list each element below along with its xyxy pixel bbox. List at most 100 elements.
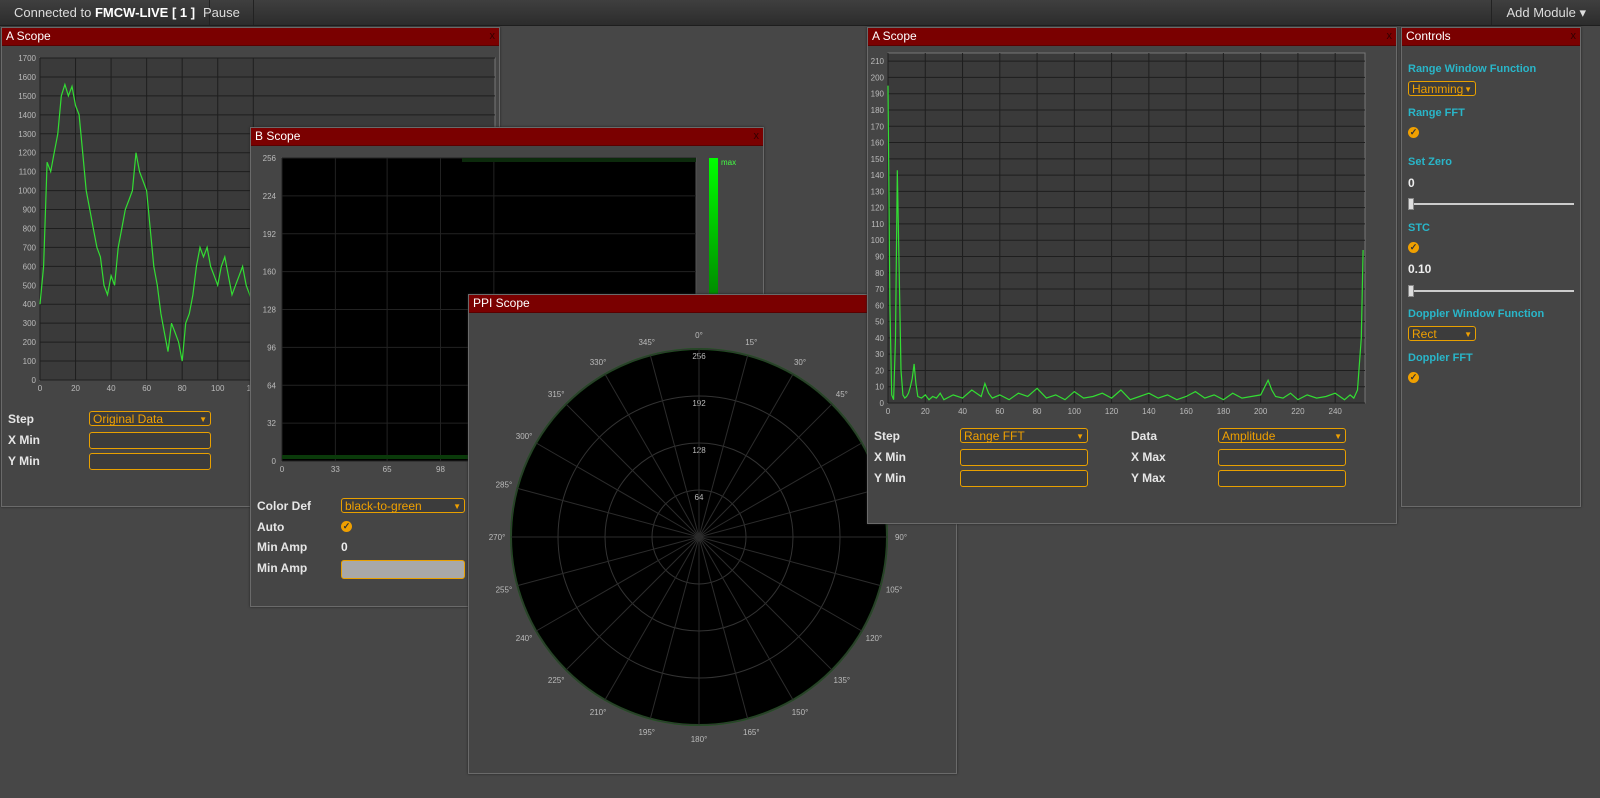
xmin-input[interactable] bbox=[89, 432, 211, 449]
add-module-button[interactable]: Add Module ▾ bbox=[1491, 0, 1600, 25]
stc-slider-handle[interactable] bbox=[1408, 285, 1414, 297]
x-tick-label: 0 bbox=[886, 407, 891, 416]
close-icon[interactable]: x bbox=[754, 128, 760, 145]
ymin-input[interactable] bbox=[89, 453, 211, 470]
pause-button[interactable]: Pause bbox=[190, 0, 254, 25]
azimuth-label: 285° bbox=[496, 481, 513, 490]
set-zero-slider-handle[interactable] bbox=[1408, 198, 1414, 210]
xmax-input[interactable] bbox=[1218, 449, 1346, 466]
y-tick-label: 32 bbox=[267, 419, 276, 428]
x-tick-label: 65 bbox=[383, 465, 392, 474]
y-tick-label: 210 bbox=[871, 57, 885, 66]
doppler-fft-checkbox[interactable]: ✓ bbox=[1408, 372, 1419, 383]
range-fft-checkbox[interactable]: ✓ bbox=[1408, 127, 1419, 138]
color-def-select[interactable]: black-to-green ▼ bbox=[341, 498, 465, 513]
dropdown-arrow-icon: ▼ bbox=[453, 502, 461, 511]
set-zero-label: Set Zero bbox=[1408, 156, 1453, 168]
azimuth-label: 240° bbox=[516, 634, 533, 643]
y-tick-label: 1300 bbox=[18, 130, 36, 139]
ymax-label: Y Max bbox=[1131, 471, 1166, 485]
heatmap-high-band bbox=[462, 158, 696, 162]
x-tick-label: 33 bbox=[331, 465, 340, 474]
x-tick-label: 80 bbox=[178, 384, 187, 393]
ymin-input[interactable] bbox=[960, 470, 1088, 487]
azimuth-label: 270° bbox=[489, 533, 506, 542]
auto-checkbox[interactable]: ✓ bbox=[341, 521, 352, 532]
dropdown-arrow-icon: ▼ bbox=[1464, 85, 1472, 94]
azimuth-label: 15° bbox=[745, 338, 757, 347]
x-tick-label: 20 bbox=[921, 407, 930, 416]
close-icon[interactable]: x bbox=[1387, 28, 1393, 45]
data-label: Data bbox=[1131, 429, 1158, 443]
x-tick-label: 100 bbox=[211, 384, 225, 393]
step-select[interactable]: Original Data ▼ bbox=[89, 411, 211, 426]
x-tick-label: 120 bbox=[1105, 407, 1119, 416]
azimuth-label: 30° bbox=[794, 358, 806, 367]
y-tick-label: 170 bbox=[871, 122, 885, 131]
connection-status: Connected to FMCW-LIVE [ 1 ] bbox=[0, 0, 211, 25]
x-tick-label: 80 bbox=[1033, 407, 1042, 416]
y-tick-label: 190 bbox=[871, 90, 885, 99]
y-tick-label: 100 bbox=[871, 236, 885, 245]
x-tick-label: 98 bbox=[436, 465, 445, 474]
window-titlebar[interactable]: Controls x bbox=[1402, 28, 1580, 46]
x-tick-label: 20 bbox=[71, 384, 80, 393]
y-tick-label: 1600 bbox=[18, 73, 36, 82]
xmin-input[interactable] bbox=[960, 449, 1088, 466]
step-select-value: Original Data bbox=[93, 412, 164, 426]
y-tick-label: 600 bbox=[23, 262, 37, 271]
y-tick-label: 200 bbox=[23, 338, 37, 347]
doppler-window-select[interactable]: Rect ▼ bbox=[1408, 326, 1476, 341]
doppler-window-label: Doppler Window Function bbox=[1408, 308, 1545, 320]
connection-prefix: Connected to bbox=[14, 5, 95, 20]
y-tick-label: 1500 bbox=[18, 92, 36, 101]
window-titlebar[interactable]: A Scope x bbox=[2, 28, 499, 46]
close-icon[interactable]: x bbox=[1571, 28, 1577, 45]
y-tick-label: 0 bbox=[32, 376, 37, 385]
close-icon[interactable]: x bbox=[490, 28, 496, 45]
doppler-fft-label: Doppler FFT bbox=[1408, 352, 1473, 364]
azimuth-label: 105° bbox=[886, 585, 903, 594]
azimuth-label: 225° bbox=[548, 676, 565, 685]
dropdown-arrow-icon: ▼ bbox=[1076, 432, 1084, 441]
data-select[interactable]: Amplitude ▼ bbox=[1218, 428, 1346, 443]
stc-checkbox[interactable]: ✓ bbox=[1408, 242, 1419, 253]
azimuth-label: 315° bbox=[548, 390, 565, 399]
y-tick-label: 30 bbox=[875, 350, 884, 359]
y-tick-label: 200 bbox=[871, 73, 885, 82]
y-tick-label: 1200 bbox=[18, 149, 36, 158]
y-tick-label: 160 bbox=[263, 268, 277, 277]
ymax-input[interactable] bbox=[1218, 470, 1346, 487]
y-tick-label: 0 bbox=[272, 457, 277, 466]
step-select[interactable]: Range FFT ▼ bbox=[960, 428, 1088, 443]
x-tick-label: 160 bbox=[1179, 407, 1193, 416]
step-label: Step bbox=[874, 429, 901, 443]
dropdown-arrow-icon: ▼ bbox=[1464, 330, 1472, 339]
y-tick-label: 64 bbox=[267, 381, 276, 390]
connection-name: FMCW-LIVE [ 1 ] bbox=[94, 5, 196, 20]
y-tick-label: 150 bbox=[871, 155, 885, 164]
stc-slider-track[interactable] bbox=[1408, 290, 1574, 292]
azimuth-label: 195° bbox=[638, 728, 655, 737]
x-tick-label: 240 bbox=[1329, 407, 1343, 416]
set-zero-slider-track[interactable] bbox=[1408, 203, 1574, 205]
step-select-value: Range FFT bbox=[964, 429, 1025, 443]
x-tick-label: 40 bbox=[958, 407, 967, 416]
min-amp-label: Min Amp bbox=[257, 540, 308, 554]
min-amp-input[interactable] bbox=[341, 560, 465, 579]
azimuth-label: 210° bbox=[590, 708, 607, 717]
color-def-label: Color Def bbox=[257, 499, 311, 513]
dropdown-arrow-icon: ▼ bbox=[199, 415, 207, 424]
y-tick-label: 1100 bbox=[19, 168, 37, 177]
color-def-value: black-to-green bbox=[345, 499, 422, 513]
a-scope-chart: 0 20 40 60 80 100 120 140 160 180 200 220 240 0 10 20 30… bbox=[871, 52, 1366, 416]
y-tick-label: 40 bbox=[875, 334, 884, 343]
caret-down-icon: ▾ bbox=[1579, 5, 1586, 20]
window-title: A Scope bbox=[6, 29, 51, 43]
y-tick-label: 0 bbox=[880, 399, 885, 408]
y-tick-label: 500 bbox=[23, 281, 37, 290]
window-titlebar[interactable]: B Scope x bbox=[251, 128, 763, 146]
window-titlebar[interactable]: A Scope x bbox=[868, 28, 1396, 46]
azimuth-label: 165° bbox=[743, 728, 760, 737]
range-window-select[interactable]: Hamming ▼ bbox=[1408, 81, 1476, 96]
